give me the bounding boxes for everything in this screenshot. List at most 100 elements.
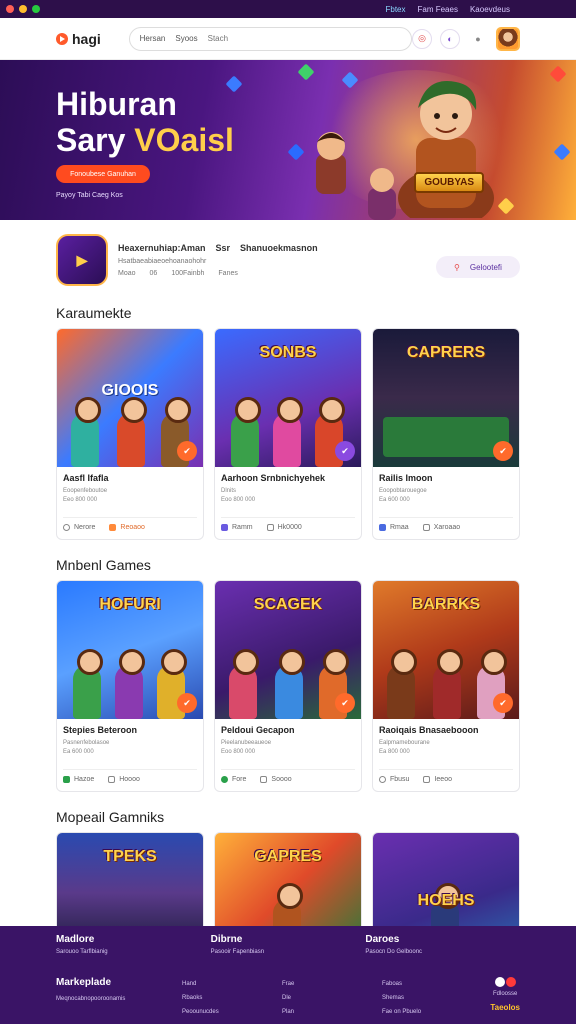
play-logo-icon [56, 32, 68, 45]
game-card[interactable]: HOFURI ✔ Stepies Beteroon Pasnenfebolaso… [56, 580, 204, 792]
character-figure [71, 397, 101, 467]
footer-link[interactable]: Rbaoks [182, 991, 282, 1005]
site-header: hagi Hersan Syoos ◎ ◐ ● [0, 18, 576, 60]
card-footer: Rmaa Xaroaao [379, 517, 513, 531]
minimize-window-dot[interactable] [19, 5, 27, 13]
footer-link[interactable]: Peoounucdes [182, 1005, 282, 1019]
hero-title-line1: Hiburan [56, 86, 177, 122]
footer-logo-text[interactable]: Taeolos [490, 1001, 520, 1015]
app-stat: Fanes [218, 270, 238, 277]
card-footer: Nerore Reoaoo [63, 517, 197, 531]
game-thumbnail: SCAGEK ✔ [215, 581, 361, 719]
character-figure [273, 397, 303, 467]
site-footer: Madlore Sarouoo Tarflbianig Dibrne Pasoo… [0, 926, 576, 1024]
grid-icon [108, 776, 116, 783]
footer-link[interactable]: Shemas [382, 991, 482, 1005]
search-input[interactable] [207, 34, 401, 43]
section-title: Karaumekte [56, 305, 132, 321]
play-icon[interactable]: ✔ [177, 441, 197, 461]
footer-link[interactable]: Dle [282, 991, 382, 1005]
game-title: Railis Imoon [379, 473, 433, 483]
footer-heading: Madlore [56, 934, 95, 945]
top-link[interactable]: Fbtex [385, 5, 405, 14]
close-window-dot[interactable] [6, 5, 14, 13]
hero-title-accent: VOaisl [134, 122, 234, 158]
game-card[interactable]: CAPRERS ✔ Railis Imoon Eoopobtarouegoe Ea… [372, 328, 520, 540]
notification-icon[interactable]: ◎ [412, 28, 432, 49]
footer-heading: Dibrne [210, 934, 243, 945]
game-meta: Ealpmamebourane Ea 800 000 [379, 740, 430, 755]
footer-end: Fdloosse Taeolos [490, 977, 520, 1019]
play-icon[interactable]: ✔ [493, 441, 513, 461]
hero-character-illustration [398, 81, 494, 218]
users-icon [221, 524, 228, 531]
game-card[interactable]: SONBS ✔ Aarhoon Srnbnichyehek Dlnits Eoo … [214, 328, 362, 540]
game-title: Stepies Beteroon [63, 725, 138, 735]
app-meta: Heaxernuhiap:Aman Ssr Shanuoekmasnon Hsa… [118, 243, 318, 277]
site-logo[interactable]: hagi [56, 31, 127, 47]
chat-icon[interactable]: ◐ [440, 28, 460, 49]
character-figure [73, 649, 103, 719]
thumbnail-title: SCAGEK [253, 596, 323, 613]
top-link[interactable]: Fam Feaes [418, 5, 458, 14]
footer-brand-title: Markeplade [56, 977, 112, 988]
footer-link[interactable]: Plan [282, 1005, 382, 1019]
character-figure [275, 649, 305, 719]
arcade-table [383, 417, 509, 457]
footer-text: Sarouoo Tarflbianig [56, 949, 108, 955]
footer-end-label: Fdloosse [493, 991, 518, 997]
info-icon [379, 776, 386, 783]
game-title: Aarhoon Srnbnichyehek [221, 473, 326, 483]
footer-heading: Daroes [365, 934, 400, 945]
game-card[interactable]: SCAGEK ✔ Peldoui Gecapon Pieelanubeeaueo… [214, 580, 362, 792]
top-link[interactable]: Kaoevdeus [470, 5, 510, 14]
settings-icon[interactable]: ● [468, 29, 488, 49]
search-bar: Hersan Syoos [128, 26, 412, 51]
footer-link[interactable]: Frae [282, 977, 382, 991]
search-tab[interactable]: Syoos [175, 34, 197, 43]
footer-link-list: Hand Rbaoks Peoounucdes [182, 977, 282, 1019]
users-icon [379, 524, 386, 531]
footer-link[interactable]: Hand [182, 977, 282, 991]
game-card[interactable]: BARRKS ✔ Raoiqais Bnasaebooon Ealpmamebo… [372, 580, 520, 792]
game-meta: Dlnits Eoo 800 000 [221, 488, 256, 503]
game-title: Aasfl Ifafla [63, 473, 109, 483]
footer-link[interactable]: Faboas [382, 977, 482, 991]
app-publisher[interactable]: Shanuoekmasnon [240, 243, 318, 253]
section-title: Mnbenl Games [56, 557, 151, 573]
status-icon [63, 776, 70, 783]
game-meta: Pasnenfebolasoe Ea 600 000 [63, 740, 110, 755]
hero-sidekick-illustration [368, 168, 396, 220]
app-icon[interactable]: ▶ [56, 234, 108, 286]
footer-brand: Markeplade Meqnocabnopooroonamis [56, 977, 182, 1019]
card-footer: Hazoe Hoooo [63, 769, 197, 783]
footer-link-list: Faboas Shemas Fae on Pbuelo [382, 977, 482, 1019]
game-card[interactable]: GIOOIS ✔ Aasfl Ifafla Eoopenfeboutoe Eeo … [56, 328, 204, 540]
app-stat: Moao [118, 270, 136, 277]
maximize-window-dot[interactable] [32, 5, 40, 13]
hero-cta-button[interactable]: Fonoubese Ganuhan [56, 165, 150, 183]
card-footer: Ramm Hk0000 [221, 517, 355, 531]
app-action-button[interactable]: ⚲ Gelootefi [436, 256, 520, 278]
thumbnail-title: GIOOIS [101, 382, 159, 399]
game-grid: GIOOIS ✔ Aasfl Ifafla Eoopenfeboutoe Eeo … [0, 328, 576, 540]
footer-link[interactable]: Fae on Pbuelo [382, 1005, 482, 1019]
game-meta: Pieelanubeeaueoe Eoo 800 000 [221, 740, 272, 755]
play-icon[interactable]: ✔ [335, 441, 355, 461]
user-avatar[interactable] [496, 26, 520, 51]
character-figure [433, 649, 463, 719]
thumbnail-title: SONBS [259, 344, 317, 361]
app-name: Heaxernuhiap:Aman [118, 243, 206, 253]
search-tab[interactable]: Hersan [140, 34, 166, 43]
footer-text: Pasocn Do Gelboonc [365, 949, 423, 955]
game-meta: Eoopenfeboutoe Eeo 800 000 [63, 488, 108, 503]
thumbnail-title: BARRKS [411, 596, 481, 613]
play-icon[interactable]: ✔ [335, 693, 355, 713]
page: Fbtex Fam Feaes Kaoevdeus hagi Hersan Sy… [0, 0, 576, 1024]
header-actions: ◎ ◐ ● [412, 26, 520, 51]
footer-link-list: Frae Dle Plan [282, 977, 382, 1019]
play-icon[interactable]: ✔ [177, 693, 197, 713]
play-icon[interactable]: ✔ [493, 693, 513, 713]
hero-banner: Hiburan Sary VOaisl Fonoubese Ganuhan Pa… [0, 60, 576, 220]
top-links: Fbtex Fam Feaes Kaoevdeus [385, 5, 570, 14]
